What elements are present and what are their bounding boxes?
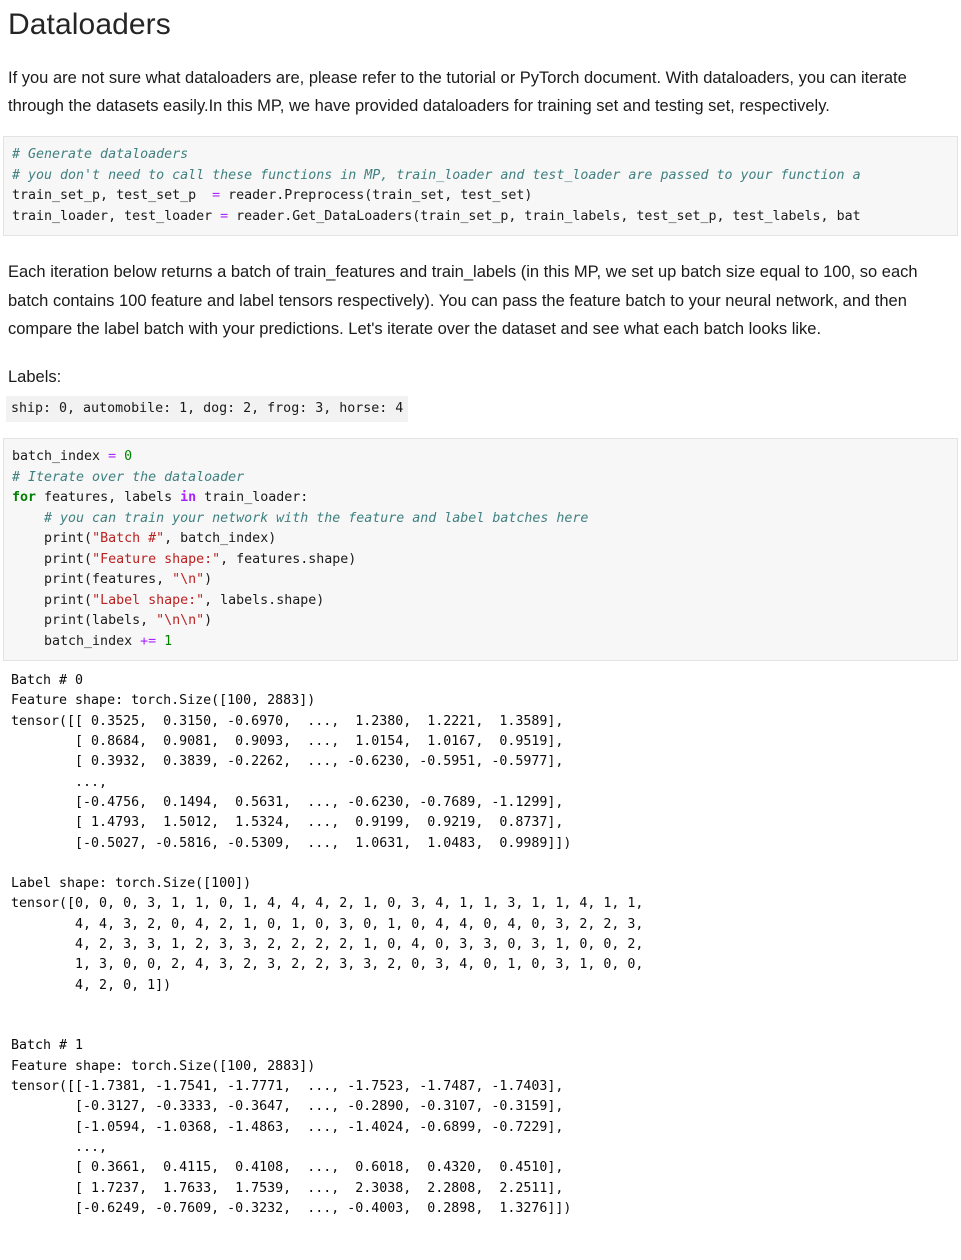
code-line-preprocess-lhs: train_set_p, test_set_p: [12, 188, 213, 204]
code-line-loaders-rhs: reader.Get_DataLoaders(train_set_p, trai…: [228, 208, 861, 224]
output-batch-1-feature-row-1: [-0.3127, -0.3333, -0.3647, ..., -0.2890…: [11, 1099, 564, 1115]
page-title: Dataloaders: [8, 8, 171, 41]
output-batch-0-feature-row-0: tensor([[ 0.3525, 0.3150, -0.6970, ..., …: [11, 713, 564, 729]
labels-map-inline-code: ship: 0, automobile: 1, dog: 2, frog: 3,…: [6, 396, 409, 423]
output-area: Batch # 0 Feature shape: torch.Size([100…: [3, 671, 958, 1220]
code-comment-train-here: # you can train your network with the fe…: [12, 510, 589, 526]
output-batch-0-feature-row-6: [-0.5027, -0.5816, -0.5309, ..., 1.0631,…: [11, 835, 572, 851]
output-batch-1-feature-row-2: [-1.0594, -1.0368, -1.4863, ..., -1.4024…: [11, 1119, 564, 1135]
output-batch-0-label-row-0: tensor([0, 0, 0, 3, 1, 1, 0, 1, 4, 4, 4,…: [11, 896, 644, 912]
code-string-newline-2: "\n\n": [156, 613, 205, 629]
output-batch-0-label-row-2: 4, 2, 3, 3, 1, 2, 3, 3, 2, 2, 2, 2, 1, 0…: [11, 936, 644, 952]
code-line-preprocess-rhs: reader.Preprocess(train_set, test_set): [220, 188, 533, 204]
iteration-paragraph: Each iteration below returns a batch of …: [8, 263, 918, 338]
code-operator-assign-2: =: [220, 208, 229, 224]
code-string-feature-shape: "Feature shape:": [92, 551, 221, 567]
intro-paragraph: If you are not sure what dataloaders are…: [8, 68, 907, 115]
output-batch-0-label-shape: Label shape: torch.Size([100]): [11, 876, 252, 892]
output-batch-1-feature-shape: Feature shape: torch.Size([100, 2883]): [11, 1058, 316, 1074]
output-batch-1-header: Batch # 1: [11, 1038, 84, 1054]
code-number-zero: 0: [116, 449, 133, 465]
code-operator-plus-equals: +=: [140, 633, 157, 649]
code-string-label-shape: "Label shape:": [92, 592, 205, 608]
code-cell-iterate-dataloader[interactable]: batch_index = 0 # Iterate over the datal…: [3, 438, 958, 662]
code-keyword-for: for: [12, 490, 37, 506]
labels-heading: Labels:: [8, 368, 62, 387]
output-batch-0-feature-row-3: ...,: [11, 774, 108, 790]
output-batch-0-feature-row-5: [ 1.4793, 1.5012, 1.5324, ..., 0.9199, 0…: [11, 815, 564, 831]
code-print-feature-head: print(: [12, 551, 93, 567]
notebook-page: Dataloaders If you are not sure what dat…: [0, 0, 961, 1220]
output-batch-0-feature-row-4: [-0.4756, 0.1494, 0.5631, ..., -0.6230, …: [11, 794, 564, 810]
output-batch-0-label-row-4: 4, 2, 0, 1]): [11, 977, 172, 993]
code-string-batch: "Batch #": [92, 531, 165, 547]
output-batch-0-label-row-1: 4, 4, 3, 2, 0, 4, 2, 1, 0, 1, 0, 3, 0, 1…: [11, 916, 644, 932]
code-cell-1-content: # Generate dataloaders # you don't need …: [12, 145, 957, 227]
code-operator-assign-3: =: [108, 449, 117, 465]
code-for-targets: features, labels: [36, 490, 181, 506]
code-keyword-in: in: [180, 490, 197, 506]
output-batch-0-feature-shape: Feature shape: torch.Size([100, 2883]): [11, 693, 316, 709]
output-batch-0-label-row-3: 1, 3, 0, 0, 2, 4, 3, 2, 3, 2, 2, 3, 3, 2…: [11, 957, 644, 973]
code-print-labels-tail: ): [204, 613, 213, 629]
code-print-label-head: print(: [12, 592, 93, 608]
code-operator-assign-1: =: [212, 188, 221, 204]
output-batch-0-feature-row-1: [ 0.8684, 0.9081, 0.9093, ..., 1.0154, 1…: [11, 734, 564, 750]
code-print-features-tail: ): [204, 572, 213, 588]
code-increment-name: batch_index: [12, 633, 141, 649]
code-line-loaders-lhs: train_loader, test_loader: [12, 208, 221, 224]
output-batch-1-feature-row-4: [ 0.3661, 0.4115, 0.4108, ..., 0.6018, 0…: [11, 1160, 564, 1176]
output-batch-1-feature-row-5: [ 1.7237, 1.7633, 1.7539, ..., 2.3038, 2…: [11, 1180, 564, 1196]
code-print-feature-tail: , features.shape): [220, 551, 357, 567]
code-print-features-head: print(features,: [12, 572, 173, 588]
output-batch-0-feature-row-2: [ 0.3932, 0.3839, -0.2262, ..., -0.6230,…: [11, 754, 564, 770]
code-comment-iterate: # Iterate over the dataloader: [12, 469, 245, 485]
code-print-labels-head: print(labels,: [12, 613, 157, 629]
code-print-label-tail: , labels.shape): [204, 592, 325, 608]
code-cell-2-content: batch_index = 0 # Iterate over the datal…: [12, 447, 957, 652]
code-for-iterable: train_loader:: [196, 490, 309, 506]
output-batch-1-feature-row-3: ...,: [11, 1139, 108, 1155]
code-print-batch-head: print(: [12, 531, 93, 547]
code-string-newline-1: "\n": [172, 572, 205, 588]
output-batch-1-feature-row-6: [-0.6249, -0.7609, -0.3232, ..., -0.4003…: [11, 1200, 572, 1216]
code-comment-generate: # Generate dataloaders: [12, 147, 189, 163]
output-batch-0-header: Batch # 0: [11, 673, 84, 689]
code-print-batch-tail: , batch_index): [164, 531, 277, 547]
output-batch-0: Batch # 0 Feature shape: torch.Size([100…: [11, 671, 958, 1219]
code-number-one: 1: [156, 633, 173, 649]
code-batch-index-name: batch_index: [12, 449, 109, 465]
output-batch-1-feature-row-0: tensor([[-1.7381, -1.7541, -1.7771, ...,…: [11, 1079, 564, 1095]
code-cell-generate-dataloaders[interactable]: # Generate dataloaders # you don't need …: [3, 136, 958, 237]
code-comment-no-call: # you don't need to call these functions…: [12, 167, 861, 183]
